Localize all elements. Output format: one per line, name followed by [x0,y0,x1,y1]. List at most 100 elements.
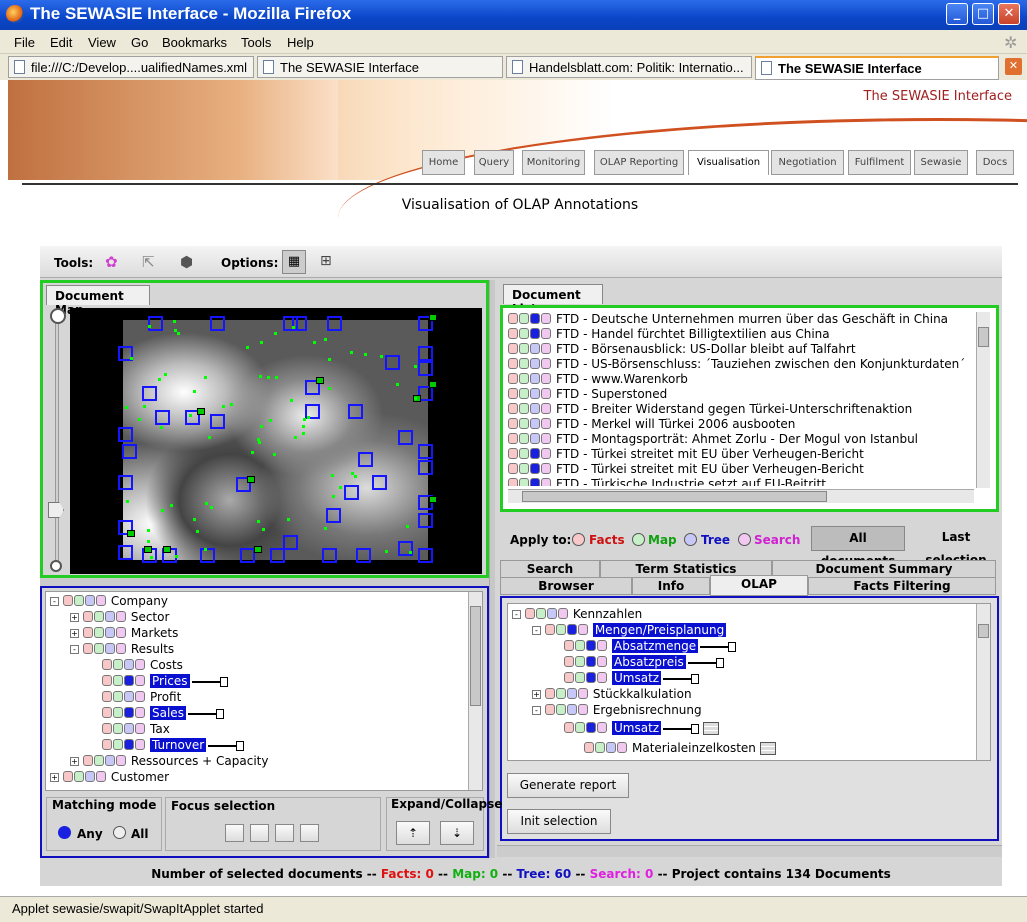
table-icon[interactable] [759,742,776,755]
menu-edit[interactable]: Edit [50,35,72,50]
collapse-node-icon[interactable]: - [70,645,79,654]
olap-tree-node[interactable]: - Kennzahlen [512,607,642,622]
zoom-out-icon[interactable] [50,560,62,572]
document-marker[interactable] [327,316,342,331]
tree-vscroll[interactable] [468,592,482,790]
olap-tree-node[interactable]: - Mengen/Preisplanung [532,623,727,638]
expand-node-icon[interactable]: + [70,613,79,622]
collapse-node-icon[interactable]: - [512,610,521,619]
table-icon[interactable] [703,722,720,735]
focus-button-2[interactable] [250,824,269,842]
cube-tool-icon[interactable]: ⬢ [180,253,198,271]
scroll-thumb[interactable] [978,624,989,638]
tree-node[interactable]: Tax [90,722,170,737]
document-marker[interactable] [155,410,170,425]
document-marker[interactable] [322,548,337,563]
document-list-item[interactable]: FTD - Deutsche Unternehmen murren über d… [508,312,948,327]
document-marker[interactable] [358,452,373,467]
scroll-thumb[interactable] [470,606,481,706]
grid-option-icon[interactable]: ▦ [282,250,306,274]
tree-node[interactable]: + Customer [50,770,169,785]
menu-go[interactable]: Go [131,35,148,50]
document-list-item[interactable]: FTD - Breiter Widerstand gegen Türkei-Un… [508,402,912,417]
highlight-tool-icon[interactable]: ✿ [105,253,123,271]
olap-tree-node[interactable]: Umsatz [552,671,700,686]
menu-bookmarks[interactable]: Bookmarks [162,35,227,50]
olap-tree-node[interactable]: + Stückkalkulation [532,687,692,702]
document-marker[interactable] [418,513,433,528]
tree-node[interactable]: Profit [90,690,181,705]
tab-browser[interactable]: Browser [500,577,632,595]
document-list-item[interactable]: FTD - Superstoned [508,387,667,402]
olap-tree-node[interactable]: - Ergebnisrechnung [532,703,702,718]
tree-radio[interactable] [684,533,697,546]
tree-node[interactable]: Costs [90,658,183,673]
tree-node[interactable]: Prices [90,674,228,689]
expand-node-icon[interactable]: + [50,773,59,782]
all-radio[interactable] [113,826,126,839]
close-tab-icon[interactable]: ✕ [1005,58,1022,75]
init-selection-button[interactable]: Init selection [507,809,611,834]
generate-report-button[interactable]: Generate report [507,773,629,798]
document-marker[interactable] [118,475,133,490]
tree-node[interactable]: - Results [70,642,174,657]
olap-tree-node[interactable]: Absatzmenge [552,639,737,654]
document-marker[interactable] [344,485,359,500]
close-button[interactable]: ✕ [998,3,1020,25]
expand-node-icon[interactable]: + [70,629,79,638]
nav-docs[interactable]: Docs [976,150,1014,175]
tab-facts-filtering[interactable]: Facts Filtering [808,577,996,595]
nav-query[interactable]: Query [474,150,514,175]
document-list-item[interactable]: FTD - Türkei streitet mit EU über Verheu… [508,447,864,462]
expand-node-icon[interactable]: + [70,757,79,766]
focus-button-3[interactable] [275,824,294,842]
browser-tab[interactable]: The SEWASIE Interface [257,56,503,78]
browser-tab[interactable]: Handelsblatt.com: Politik: Internatio... [506,56,752,78]
document-list-item[interactable]: FTD - www.Warenkorb [508,372,688,387]
horizontal-splitter[interactable] [497,845,1002,857]
document-marker[interactable] [292,316,307,331]
menu-view[interactable]: View [88,35,116,50]
document-marker[interactable] [240,548,255,563]
document-marker[interactable] [270,548,285,563]
tab-document-map[interactable]: Document Map [46,285,150,317]
olap-tree-node[interactable]: Absatzpreis [552,655,724,670]
zoom-slider[interactable] [55,316,59,568]
document-marker[interactable] [200,548,215,563]
tab-olap[interactable]: OLAP [710,575,808,596]
layout-tool-icon[interactable]: ⇱ [142,253,160,271]
document-list-item[interactable]: FTD - Türkei streitet mit EU über Verheu… [508,462,864,477]
nav-visualisation[interactable]: Visualisation [688,150,769,175]
maximize-button[interactable]: □ [972,3,994,25]
olap-tree-node[interactable]: Materialeinzelkosten [572,741,776,756]
nav-fulfilment[interactable]: Fulfilment [848,150,911,175]
document-list-item[interactable]: FTD - Montagsporträt: Ahmet Zorlu - Der … [508,432,918,447]
olap-vscroll[interactable] [976,604,990,760]
map-radio[interactable] [632,533,645,546]
tab-search[interactable]: Search [500,560,600,578]
document-list-item[interactable]: FTD - US-Börsenschluss: ´Tauziehen zwisc… [508,357,965,372]
nav-negotiation[interactable]: Negotiation [771,150,844,175]
nav-monitoring[interactable]: Monitoring [522,150,585,175]
document-list-item[interactable]: FTD - Türkische Industrie setzt auf EU-B… [508,477,826,486]
scroll-thumb[interactable] [978,327,989,347]
tree-node[interactable]: Turnover [90,738,245,753]
document-marker[interactable] [210,414,225,429]
nav-home[interactable]: Home [422,150,465,175]
minimize-button[interactable]: _ [946,3,968,25]
tree-node[interactable]: Sales [90,706,224,721]
browser-tab[interactable]: file:///C:/Develop....ualifiedNames.xml [8,56,254,78]
tab-info[interactable]: Info [632,577,710,595]
document-list-item[interactable]: FTD - Börsenausblick: US-Dollar bleibt a… [508,342,856,357]
last-selection-button[interactable]: Last selection [910,526,1002,567]
collapse-node-icon[interactable]: - [50,597,59,606]
zoom-in-icon[interactable] [50,308,66,324]
collapse-icon[interactable]: ⇣ [440,821,474,845]
expand-icon[interactable]: ⇡ [396,821,430,845]
document-marker[interactable] [418,346,433,361]
document-marker[interactable] [118,427,133,442]
document-list-hscroll[interactable] [508,489,974,503]
document-marker[interactable] [418,444,433,459]
document-marker[interactable] [398,430,413,445]
tree-node[interactable]: - Company [50,594,168,609]
